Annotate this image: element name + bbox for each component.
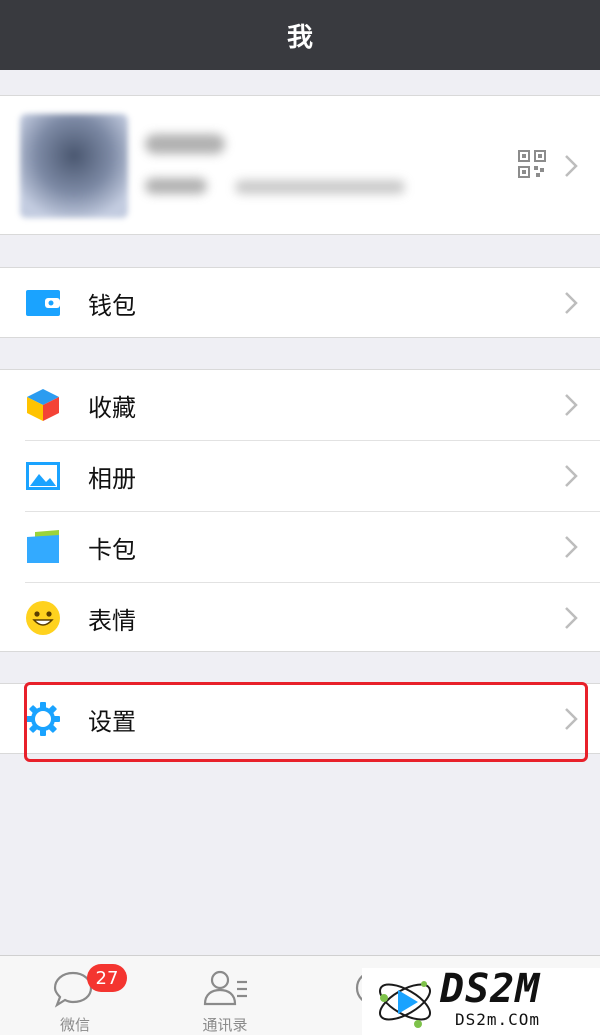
menu-item-label: 表情 [88,606,136,635]
qr-code-icon[interactable] [518,150,546,178]
tab-label: 通讯录 [202,1016,248,1034]
watermark-url: DS2m.COm [455,1010,541,1029]
profile-id-label-blurred [145,178,207,194]
chevron-right-icon [565,292,578,314]
menu-item-album[interactable]: 相册 [0,441,600,511]
album-picture-icon [26,462,60,490]
profile-name-blurred [145,134,225,154]
tab-chats[interactable]: 27 微信 [0,956,150,1035]
avatar[interactable] [20,114,128,218]
smiley-face-icon [26,601,60,635]
watermark-logo-icon [379,981,431,1028]
chevron-right-icon [565,607,578,629]
menu-item-label: 相册 [88,464,136,493]
menu-section: 收藏 相册 卡包 表情 [0,369,600,652]
tab-contacts[interactable]: 通讯录 [150,956,300,1035]
chevron-right-icon [565,465,578,487]
chevron-right-icon [565,394,578,416]
menu-item-wallet[interactable]: 钱包 [0,268,600,338]
favorites-cube-icon [27,389,59,421]
watermark-brand: DS2M [440,966,541,1012]
tab-label: 微信 [59,1016,90,1034]
profile-id-value-blurred [235,180,405,194]
menu-item-label: 卡包 [88,535,136,564]
page-title: 我 [286,22,313,53]
card-wallet-icon [27,530,59,563]
page-header: 我 [0,0,600,70]
menu-item-label: 收藏 [88,393,136,422]
unread-badge: 27 [87,964,127,992]
chevron-right-icon [565,536,578,558]
wallet-icon [26,290,60,316]
profile-card[interactable] [0,95,600,235]
profile-chevron-right-icon [565,155,578,177]
menu-item-stickers[interactable]: 表情 [0,583,600,653]
menu-item-card-wallet[interactable]: 卡包 [0,512,600,582]
contacts-icon [203,970,247,1006]
settings-highlight-box [24,682,588,762]
wallet-label: 钱包 [88,291,136,320]
menu-item-favorites[interactable]: 收藏 [0,370,600,440]
wallet-section: 钱包 [0,267,600,338]
